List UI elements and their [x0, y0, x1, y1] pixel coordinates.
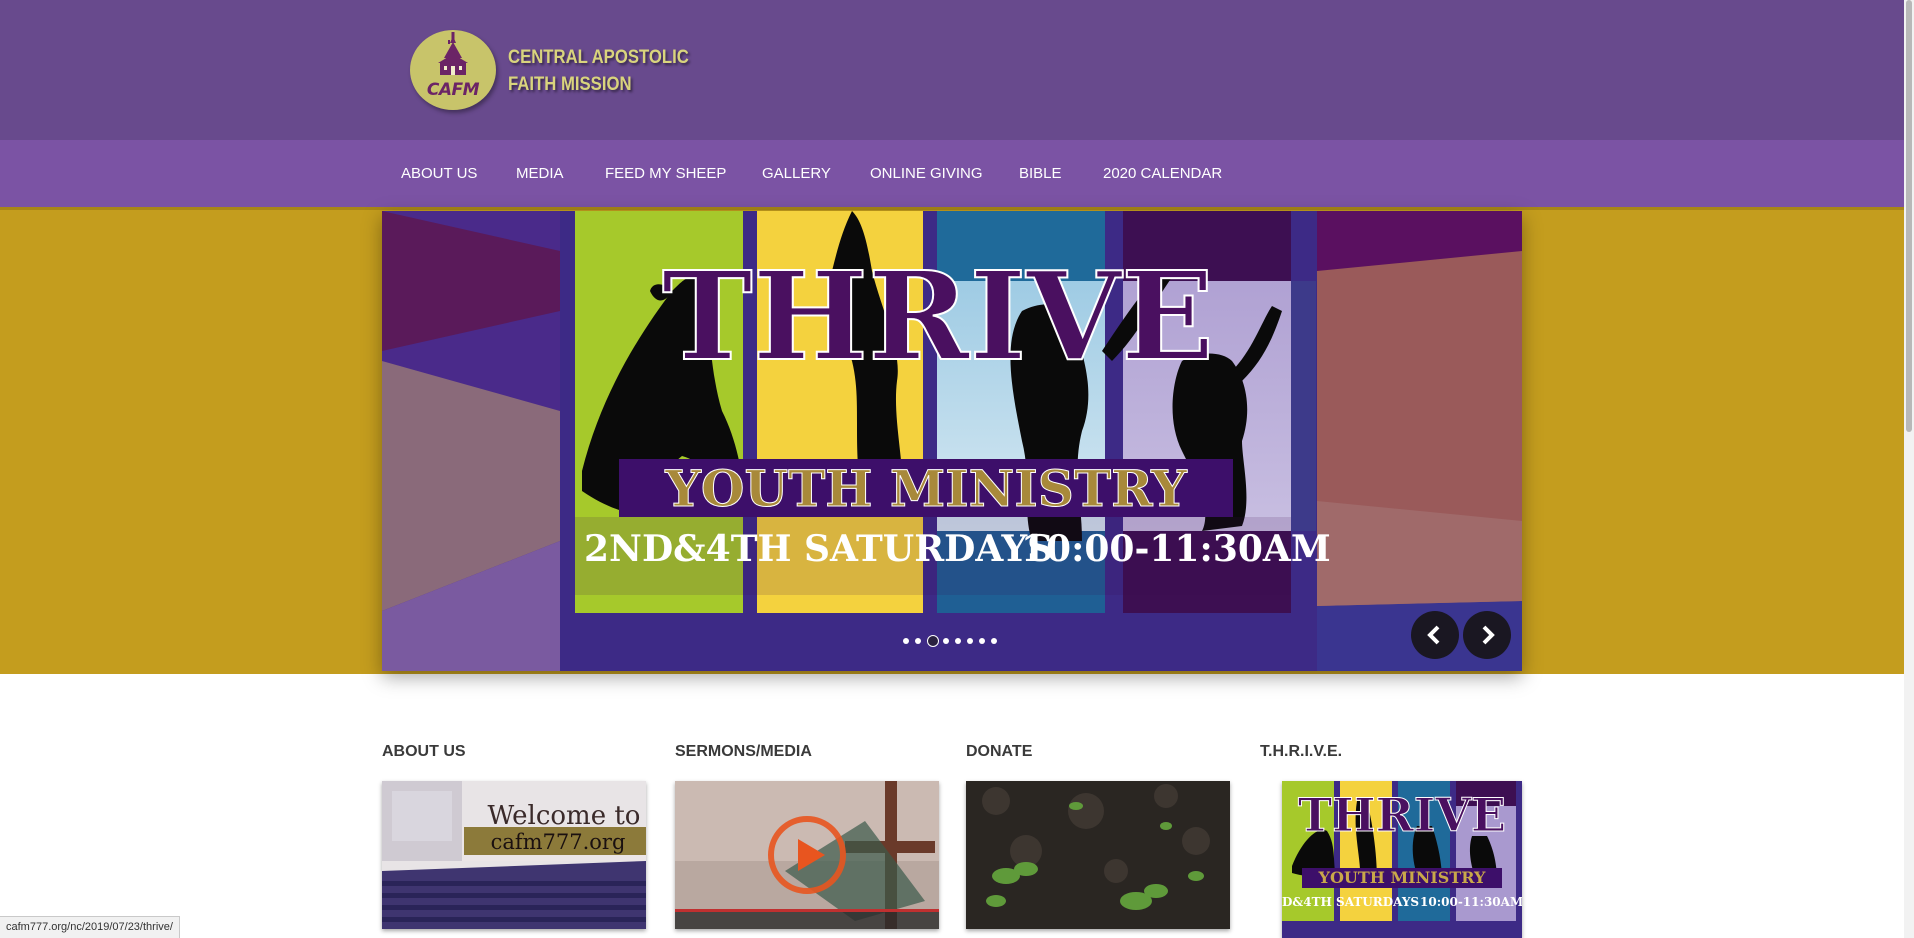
slider-dot[interactable]: [915, 637, 921, 644]
slide-time: 10:00-11:30AM: [1021, 528, 1331, 570]
thumb-thrive-time: 10:00-11:30AM: [1420, 895, 1522, 909]
site-title-line1: CENTRAL APOSTOLIC: [508, 47, 689, 68]
section-title-thrive[interactable]: T.H.R.I.V.E.: [1260, 743, 1342, 761]
about-us-thumbnail[interactable]: Welcome to cafm777.org: [382, 781, 646, 929]
nav-item-2020-calendar[interactable]: 2020 CALENDAR: [1103, 140, 1222, 207]
slider-pagination: [903, 632, 1003, 647]
slide-image: THRIVE YOUTH MINISTRY 2ND&4TH SATURDAYS …: [382, 211, 1522, 671]
slider-dot[interactable]: [955, 637, 961, 644]
chevron-left-icon: [1427, 625, 1440, 645]
sermons-media-thumbnail[interactable]: [675, 781, 939, 929]
thrive-poster: THRIVE YOUTH MINISTRY D&4TH SATURDAYS 10…: [1282, 781, 1522, 938]
section-title-donate[interactable]: DONATE: [966, 743, 1032, 761]
sanctuary-image: Welcome to cafm777.org: [382, 781, 646, 929]
page: CAFM CENTRAL APOSTOLIC FAITH MISSION ABO…: [0, 0, 1904, 938]
thumb-thrive-headline: THRIVE: [1298, 788, 1506, 842]
slider-dot[interactable]: [979, 637, 985, 644]
chevron-right-icon: [1482, 625, 1495, 645]
nav-item-online-giving[interactable]: ONLINE GIVING: [870, 140, 983, 207]
site-header: CAFM CENTRAL APOSTOLIC FAITH MISSION: [0, 0, 1904, 140]
nav-item-feed-my-sheep[interactable]: FEED MY SHEEP: [605, 140, 726, 207]
section-title-sermons-media[interactable]: SERMONS/MEDIA: [675, 743, 812, 761]
site-logo[interactable]: CAFM: [410, 30, 496, 110]
slider-prev-button[interactable]: [1411, 611, 1459, 659]
nav-item-media[interactable]: MEDIA: [516, 140, 564, 207]
slider-dot[interactable]: [943, 637, 949, 644]
slider-dot[interactable]: [903, 637, 909, 644]
logo-letters: CAFM: [426, 80, 480, 100]
thumb-thrive-sub: YOUTH MINISTRY: [1318, 868, 1486, 887]
slide-subheadline: YOUTH MINISTRY: [664, 459, 1188, 518]
site-title[interactable]: CENTRAL APOSTOLIC FAITH MISSION: [508, 44, 689, 98]
slider-next-button[interactable]: [1463, 611, 1511, 659]
browser-status-bar: cafm777.org/nc/2019/07/23/thrive/: [0, 916, 180, 938]
nav-item-gallery[interactable]: GALLERY: [762, 140, 831, 207]
slider-dot[interactable]: [991, 637, 997, 644]
play-icon: [768, 816, 846, 894]
thumb-thrive-schedule: D&4TH SATURDAYS: [1282, 895, 1419, 909]
slide-headline: THRIVE: [662, 244, 1214, 388]
hero-slider[interactable]: THRIVE YOUTH MINISTRY 2ND&4TH SATURDAYS …: [382, 211, 1522, 671]
thumb-site-text: cafm777.org: [491, 830, 626, 854]
slide-schedule: 2ND&4TH SATURDAYS: [584, 528, 1053, 570]
thrive-thumbnail[interactable]: THRIVE YOUTH MINISTRY D&4TH SATURDAYS 10…: [1282, 781, 1522, 938]
nav-item-bible[interactable]: BIBLE: [1019, 140, 1062, 207]
scrollbar-thumb[interactable]: [1906, 0, 1912, 432]
thumb-welcome-text: Welcome to: [488, 801, 641, 831]
donate-thumbnail[interactable]: [966, 781, 1230, 929]
section-title-about-us[interactable]: ABOUT US: [382, 743, 466, 761]
site-title-line2: FAITH MISSION: [508, 74, 632, 95]
slider-dot[interactable]: [967, 637, 973, 644]
main-nav: ABOUT US MEDIA FEED MY SHEEP GALLERY ONL…: [0, 140, 1904, 207]
vertical-scrollbar[interactable]: [1904, 0, 1914, 938]
seedlings-image: [966, 781, 1230, 929]
nav-item-about-us[interactable]: ABOUT US: [401, 140, 477, 207]
slider-dot-active[interactable]: [927, 634, 939, 647]
